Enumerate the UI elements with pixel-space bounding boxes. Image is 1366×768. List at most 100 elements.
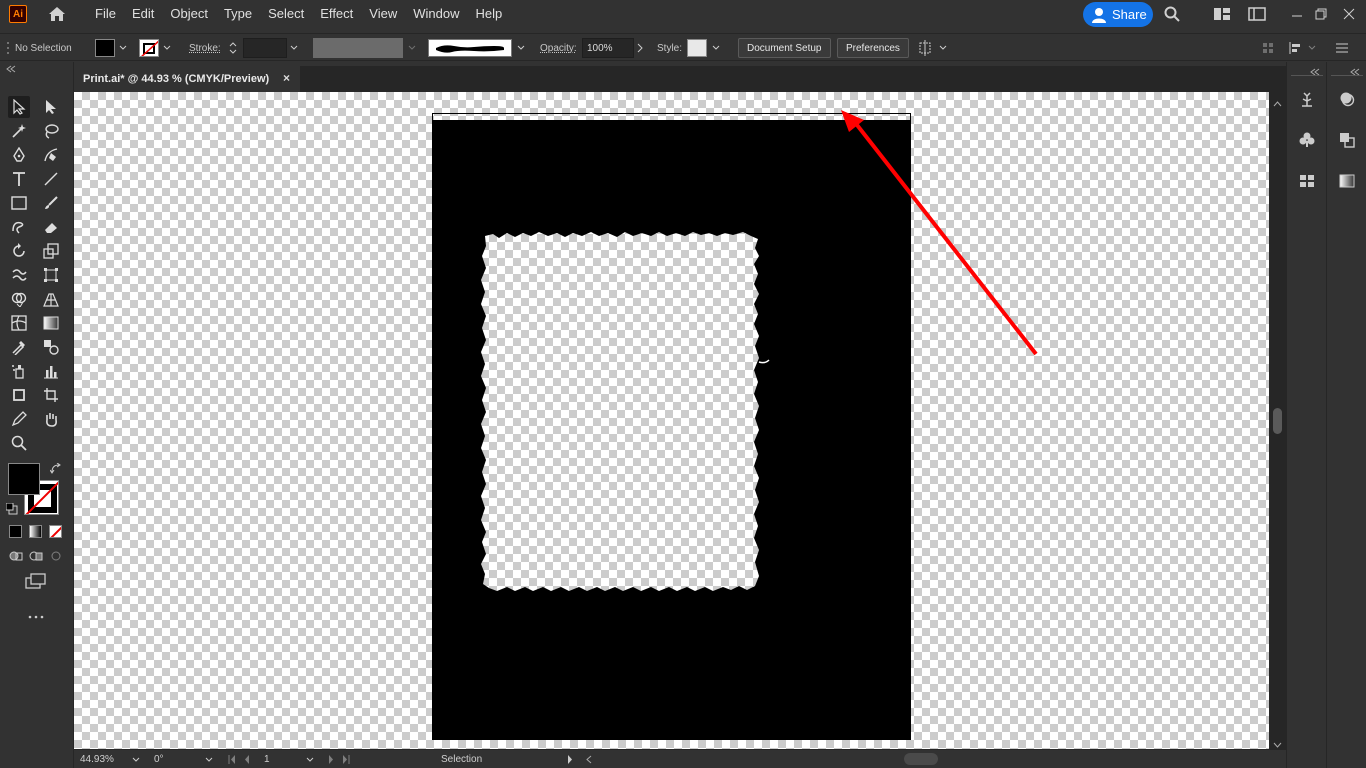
artboard-nav-prev[interactable]	[228, 752, 250, 767]
menu-window[interactable]: Window	[405, 0, 467, 28]
shape-builder-icon[interactable]	[8, 288, 30, 310]
column-graph-icon[interactable]	[40, 360, 62, 382]
artwork[interactable]	[433, 114, 910, 739]
slice-icon[interactable]	[40, 384, 62, 406]
collapse-dock-icon[interactable]	[1310, 65, 1320, 79]
torn-paper-frame[interactable]	[481, 232, 759, 591]
restore-icon[interactable]	[1312, 5, 1330, 23]
gradient-mode-icon[interactable]	[29, 525, 42, 538]
free-transform-icon[interactable]	[40, 264, 62, 286]
vertical-scrollbar[interactable]	[1269, 92, 1286, 749]
mesh-icon[interactable]	[8, 312, 30, 334]
draw-behind-icon[interactable]	[29, 550, 43, 565]
zoom-tool-icon[interactable]	[8, 432, 30, 454]
rectangle-tool-icon[interactable]	[8, 192, 30, 214]
document-setup-button[interactable]: Document Setup	[738, 38, 831, 58]
opacity-value[interactable]: 100%	[582, 38, 634, 58]
swap-fill-stroke-icon[interactable]	[49, 462, 62, 478]
symbol-sprayer-icon[interactable]	[8, 360, 30, 382]
horizontal-scroll-thumb[interactable]	[904, 753, 938, 765]
artboard-dropdown-icon[interactable]	[306, 752, 314, 767]
scroll-up-icon[interactable]	[1273, 96, 1282, 110]
curvature-tool-icon[interactable]	[40, 144, 62, 166]
none-mode-icon[interactable]	[49, 525, 62, 538]
rotation-dropdown-icon[interactable]	[205, 752, 213, 767]
hscroll-left-icon[interactable]	[586, 752, 592, 767]
collapse-panel-icon[interactable]	[6, 65, 16, 75]
chevron-down-icon[interactable]	[939, 45, 947, 51]
document-tab[interactable]: Print.ai* @ 44.93 % (CMYK/Preview) ×	[74, 66, 300, 92]
fill-swatch[interactable]	[8, 463, 40, 495]
brush-definition[interactable]	[428, 34, 526, 62]
fill-color-swatch[interactable]	[95, 39, 115, 57]
canvas[interactable]	[74, 92, 1269, 749]
eyedropper-icon[interactable]	[8, 336, 30, 358]
search-icon[interactable]	[1163, 5, 1181, 23]
direct-selection-tool-icon[interactable]	[40, 96, 62, 118]
chevron-down-icon[interactable]	[711, 43, 721, 53]
type-tool-icon[interactable]	[8, 168, 30, 190]
lasso-icon[interactable]	[40, 120, 62, 142]
draw-normal-icon[interactable]	[9, 550, 23, 565]
chevron-down-icon[interactable]	[290, 34, 298, 62]
swatches-icon[interactable]	[1296, 170, 1318, 192]
artboard-tool-icon[interactable]	[8, 384, 30, 406]
align-options[interactable]	[917, 34, 947, 62]
minimize-icon[interactable]	[1288, 5, 1306, 23]
status-menu-icon[interactable]	[567, 752, 573, 767]
menu-type[interactable]: Type	[216, 0, 260, 28]
last-artboard-icon[interactable]	[342, 755, 350, 764]
menu-edit[interactable]: Edit	[124, 0, 162, 28]
align-icon[interactable]	[917, 40, 933, 56]
close-icon[interactable]	[1340, 5, 1358, 23]
gradient-panel-icon[interactable]	[1336, 170, 1358, 192]
menu-select[interactable]: Select	[260, 0, 312, 28]
warp-icon[interactable]	[8, 264, 30, 286]
chevron-down-icon[interactable]	[118, 43, 128, 53]
blend-icon[interactable]	[40, 336, 62, 358]
home-icon[interactable]	[47, 4, 67, 24]
pencil-icon[interactable]	[8, 408, 30, 430]
next-artboard-icon[interactable]	[328, 755, 334, 764]
align-to-icon[interactable]	[1262, 42, 1274, 54]
shaper-icon[interactable]	[8, 216, 30, 238]
distribute-control[interactable]	[1288, 34, 1316, 62]
stroke-stepper[interactable]	[228, 34, 238, 62]
grip-handle[interactable]	[6, 34, 10, 62]
share-button[interactable]: Share	[1083, 2, 1153, 27]
graphic-style-control[interactable]	[687, 34, 721, 62]
symbols-icon[interactable]	[1296, 129, 1318, 151]
stroke-label[interactable]: Stroke:	[189, 34, 221, 62]
stroke-control[interactable]	[139, 34, 172, 62]
collapse-dock-icon[interactable]	[1350, 65, 1360, 79]
paintbrush-icon[interactable]	[40, 192, 62, 214]
more-tools-icon[interactable]	[28, 606, 44, 622]
artboard-number[interactable]: 1	[264, 752, 304, 767]
rotate-icon[interactable]	[8, 240, 30, 262]
pathfinder-icon[interactable]	[1336, 129, 1358, 151]
appearance-icon[interactable]	[1336, 88, 1358, 110]
artboard[interactable]	[432, 113, 911, 740]
hand-tool-icon[interactable]	[40, 408, 62, 430]
chevron-down-icon[interactable]	[407, 43, 417, 53]
graphic-style-swatch[interactable]	[687, 39, 707, 57]
preferences-button[interactable]: Preferences	[837, 38, 909, 58]
arrange-documents-icon[interactable]	[1213, 5, 1231, 23]
menu-view[interactable]: View	[361, 0, 405, 28]
menu-effect[interactable]: Effect	[312, 0, 361, 28]
panel-menu-icon[interactable]	[1336, 34, 1348, 62]
opacity-label[interactable]: Opacity:	[540, 34, 577, 62]
previous-artboard-icon[interactable]	[244, 755, 250, 764]
zoom-dropdown-icon[interactable]	[132, 752, 140, 767]
chevron-right-icon[interactable]	[637, 34, 643, 62]
panel-layout-icon[interactable]	[1248, 5, 1266, 23]
magic-wand-icon[interactable]	[8, 120, 30, 142]
stroke-weight-field[interactable]	[243, 34, 287, 62]
scroll-thumb[interactable]	[1273, 408, 1282, 434]
opacity-field[interactable]: 100%	[582, 34, 634, 62]
color-mode-icon[interactable]	[9, 525, 22, 538]
rotation-view[interactable]: 0°	[154, 752, 194, 767]
libraries-icon[interactable]	[1296, 88, 1318, 110]
chevron-down-icon[interactable]	[516, 43, 526, 53]
line-tool-icon[interactable]	[40, 168, 62, 190]
